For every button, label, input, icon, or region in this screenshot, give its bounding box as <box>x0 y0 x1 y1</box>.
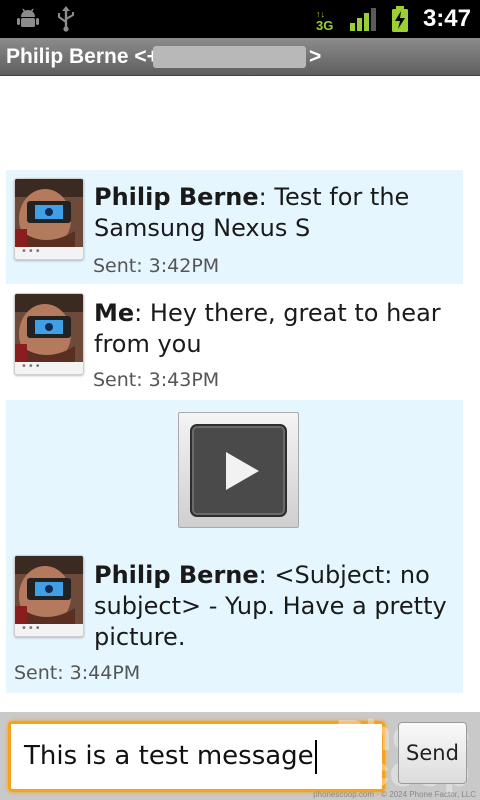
message-item[interactable]: ••• Philip Berne: Test for the Samsung N… <box>6 170 463 284</box>
avatar[interactable]: ••• <box>14 293 84 375</box>
avatar[interactable]: ••• <box>14 555 84 637</box>
contact-photo <box>15 179 83 247</box>
message-body: Philip Berne: Test for the Samsung Nexus… <box>94 183 410 242</box>
3g-data-icon: ↑↓ 3G <box>316 9 334 33</box>
message-timestamp: Sent: 3:43PM <box>93 369 220 391</box>
video-frame <box>190 424 287 517</box>
message-timestamp: Sent: 3:44PM <box>14 662 141 684</box>
message-sender: Philip Berne <box>94 183 259 211</box>
message-timestamp: Sent: 3:42PM <box>93 255 220 277</box>
message-body: Me: Hey there, great to hear from you <box>94 299 441 358</box>
contact-photo <box>15 294 83 362</box>
watermark-credit: phonescoop.com · © 2024 Phone Factor, LL… <box>313 790 476 799</box>
message-sender: Me <box>94 299 135 327</box>
avatar[interactable]: ••• <box>14 178 84 260</box>
message-content: Hey there, great to hear from you <box>94 299 441 358</box>
network-type-label: 3G <box>316 18 334 33</box>
video-attachment[interactable] <box>178 412 299 528</box>
play-icon <box>226 452 259 490</box>
redacted-phone-number <box>153 46 306 68</box>
message-input-text: This is a test message <box>24 741 314 771</box>
more-icon: ••• <box>21 361 42 372</box>
signal-strength-icon <box>350 8 376 31</box>
message-body: Philip Berne: <Subject: no subject> - Yu… <box>94 561 447 651</box>
text-caret <box>314 739 317 774</box>
usb-icon <box>58 6 74 32</box>
more-icon: ••• <box>21 623 42 634</box>
message-item[interactable]: ••• Me: Hey there, great to hear from yo… <box>6 286 463 398</box>
battery-charging-icon <box>392 6 408 32</box>
contact-photo <box>15 556 83 624</box>
clock: 3:47 <box>422 5 471 32</box>
status-bar: ↑↓ 3G 3:47 <box>0 0 480 38</box>
android-debug-icon <box>17 8 39 27</box>
contact-address-end: > <box>309 45 322 68</box>
message-sender: Philip Berne <box>94 561 259 589</box>
more-icon: ••• <box>21 246 42 257</box>
contact-name: Philip Berne <+ <box>6 45 159 68</box>
send-button[interactable]: Send <box>398 722 467 784</box>
message-input[interactable]: This is a test message <box>8 721 385 792</box>
